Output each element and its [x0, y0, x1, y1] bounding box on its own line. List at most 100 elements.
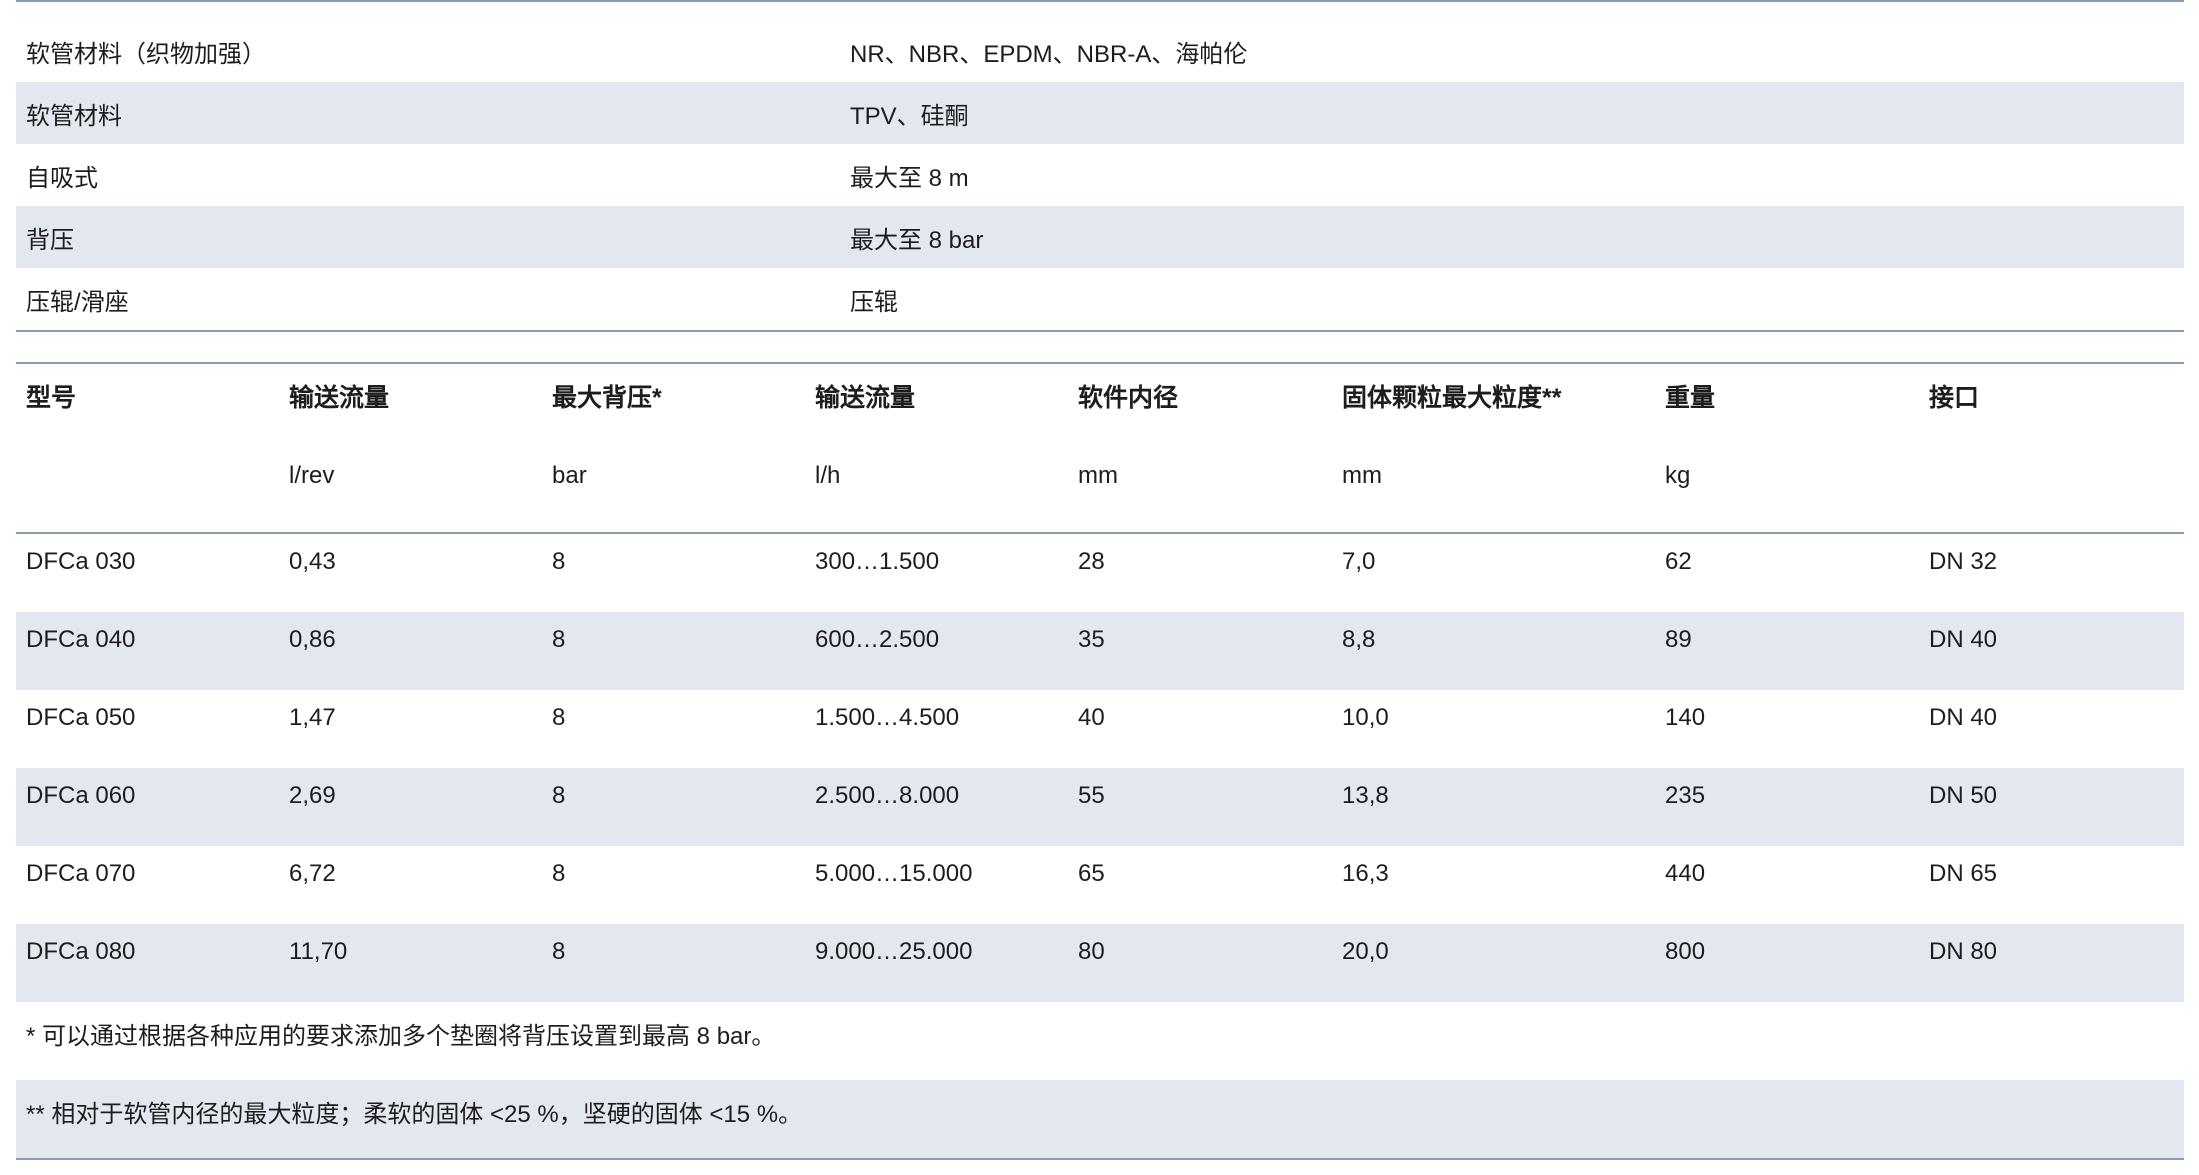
spec-value: 压辊 [850, 288, 898, 316]
table-cell: 20,0 [1342, 938, 1389, 965]
table-cell: 300…1.500 [815, 548, 940, 575]
spec-label: 背压 [26, 226, 74, 254]
spec-table: 软管材料（织物加强） NR、NBR、EPDM、NBR-A、海帕伦 软管材料 TP… [16, 20, 2184, 330]
header-cell: 固体颗粒最大粒度** mm [1332, 364, 1655, 532]
spec-sheet: 软管材料（织物加强） NR、NBR、EPDM、NBR-A、海帕伦 软管材料 TP… [16, 0, 2184, 1160]
table-cell: 5.000…15.000 [815, 860, 973, 887]
table-cell: DN 80 [1929, 938, 1998, 965]
table-cell: 1.500…4.500 [815, 704, 960, 731]
table-cell: 9.000…25.000 [815, 938, 973, 965]
table-cell: 8 [552, 782, 566, 809]
header-unit: l/rev [289, 462, 335, 489]
table-cell: 13,8 [1342, 782, 1389, 809]
table-cell: 800 [1665, 938, 1706, 965]
table-cell: 40 [1078, 704, 1105, 731]
table-cell: DFCa 040 [26, 626, 136, 653]
spec-row: 软管材料（织物加强） NR、NBR、EPDM、NBR-A、海帕伦 [16, 20, 2184, 82]
table-cell: 8 [552, 938, 566, 965]
table-cell: DFCa 070 [26, 860, 136, 887]
table-row: DFCa 050 1,47 8 1.500…4.500 40 10,0 140 DN 40 [16, 690, 2184, 768]
table-cell: DN 65 [1929, 860, 1998, 887]
table-header: 型号 输送流量 l/rev 最大背压* bar 输送流量 l/h 软件内径 mm… [16, 364, 2184, 532]
header-cell: 最大背压* bar [542, 364, 805, 532]
header-name: 软件内径 [1078, 384, 1179, 412]
table-cell: DN 50 [1929, 782, 1998, 809]
footnote-backpressure: * 可以通过根据各种应用的要求添加多个垫圈将背压设置到最高 8 bar。 [26, 1023, 776, 1050]
table-cell: 1,47 [289, 704, 336, 731]
table-cell: 2,69 [289, 782, 336, 809]
header-cell: 软件内径 mm [1068, 364, 1332, 532]
header-cell: 输送流量 l/h [805, 364, 1068, 532]
table-cell: 62 [1665, 548, 1692, 575]
spec-row: 背压 最大至 8 bar [16, 206, 2184, 268]
table-cell: DN 40 [1929, 626, 1998, 653]
table-cell: 8 [552, 704, 566, 731]
table-cell: 600…2.500 [815, 626, 940, 653]
table-cell: DFCa 080 [26, 938, 136, 965]
table-cell: 0,43 [289, 548, 336, 575]
table-cell: 10,0 [1342, 704, 1389, 731]
spec-row: 压辊/滑座 压辊 [16, 268, 2184, 330]
spec-value: NR、NBR、EPDM、NBR-A、海帕伦 [850, 40, 1248, 68]
table-cell: DFCa 060 [26, 782, 136, 809]
table-row: DFCa 080 11,70 8 9.000…25.000 80 20,0 800 DN 80 [16, 924, 2184, 1002]
table-cell: DFCa 050 [26, 704, 136, 731]
table-cell: DN 40 [1929, 704, 1998, 731]
spec-row: 自吸式 最大至 8 m [16, 144, 2184, 206]
header-cell: 接口 [1919, 364, 2184, 532]
table-cell: 235 [1665, 782, 1706, 809]
header-cell: 输送流量 l/rev [279, 364, 542, 532]
table-cell: 2.500…8.000 [815, 782, 960, 809]
table-cell: 8 [552, 626, 566, 653]
header-name: 最大背压* [552, 384, 662, 412]
table-row: DFCa 030 0,43 8 300…1.500 28 7,0 62 DN 32 [16, 534, 2184, 612]
spec-value: 最大至 8 bar [850, 226, 984, 254]
table-cell: 8 [552, 860, 566, 887]
table-cell: 6,72 [289, 860, 336, 887]
table-cell: 55 [1078, 782, 1105, 809]
spec-label: 软管材料（织物加强） [26, 40, 266, 68]
table-cell: 11,70 [289, 938, 348, 965]
table-cell: DN 32 [1929, 548, 1998, 575]
header-unit: bar [552, 462, 587, 489]
table-cell: 35 [1078, 626, 1105, 653]
table-row: DFCa 070 6,72 8 5.000…15.000 65 16,3 440 DN 65 [16, 846, 2184, 924]
table-cell: 28 [1078, 548, 1105, 575]
header-name: 重量 [1665, 384, 1716, 412]
top-spacer [16, 2, 2184, 20]
table-row: DFCa 060 2,69 8 2.500…8.000 55 13,8 235 DN 50 [16, 768, 2184, 846]
table-cell: 65 [1078, 860, 1105, 887]
header-cell: 型号 [16, 364, 279, 532]
table-cell: 80 [1078, 938, 1105, 965]
spec-row: 软管材料 TPV、硅酮 [16, 82, 2184, 144]
spec-label: 软管材料 [26, 102, 122, 130]
header-unit: mm [1078, 462, 1118, 489]
table-row: DFCa 040 0,86 8 600…2.500 35 8,8 89 DN 40 [16, 612, 2184, 690]
header-name: 型号 [26, 384, 77, 412]
header-unit: mm [1342, 462, 1382, 489]
table-cell: 0,86 [289, 626, 336, 653]
header-cell: 重量 kg [1655, 364, 1919, 532]
table-cell: 8 [552, 548, 566, 575]
spec-label: 压辊/滑座 [26, 288, 129, 316]
table-cell: DFCa 030 [26, 548, 136, 575]
table-body: DFCa 030 0,43 8 300…1.500 28 7,0 62 DN 32 DFCa 0… [16, 534, 2184, 1002]
table-cell: 89 [1665, 626, 1692, 653]
table-cell: 16,3 [1342, 860, 1389, 887]
header-name: 固体颗粒最大粒度** [1342, 384, 1562, 412]
header-name: 输送流量 [815, 384, 916, 412]
bottom-divider [16, 1158, 2184, 1160]
table-cell: 140 [1665, 704, 1706, 731]
table-cell: 440 [1665, 860, 1706, 887]
spec-label: 自吸式 [26, 164, 98, 192]
footnote-particle-size: ** 相对于软管内径的最大粒度；柔软的固体 <25 %，坚硬的固体 <15 %。 [16, 1080, 2184, 1158]
table-cell: 7,0 [1342, 548, 1376, 575]
header-unit: kg [1665, 462, 1691, 489]
header-name: 接口 [1929, 384, 1980, 412]
header-unit: l/h [815, 462, 841, 489]
header-name: 输送流量 [289, 384, 390, 412]
spec-value: TPV、硅酮 [850, 102, 969, 130]
spec-value: 最大至 8 m [850, 164, 969, 192]
table-cell: 8,8 [1342, 626, 1376, 653]
